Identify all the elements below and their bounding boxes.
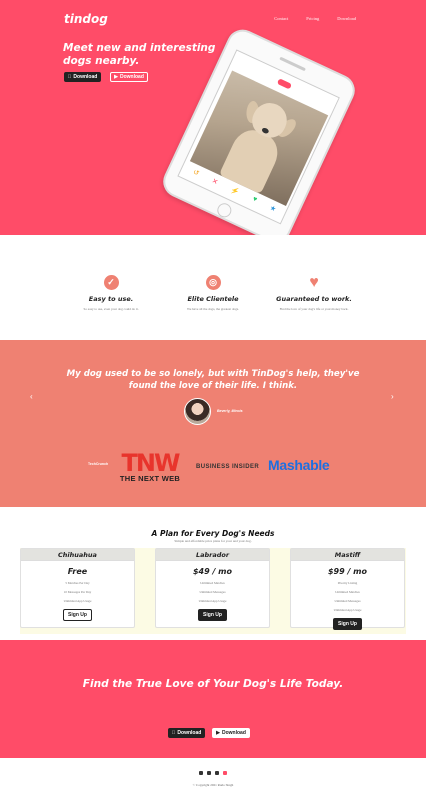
play-icon: ▶ [114,74,118,80]
carousel-prev-icon[interactable]: ‹ [30,392,33,401]
mashable-logo: Mashable [268,457,330,473]
nav-pricing[interactable]: Pricing [306,16,319,21]
cta-title: Find the True Love of Your Dog's Life To… [82,678,344,690]
copyright: © Copyright 2021 Rudo Singh [192,783,234,787]
social-links [199,771,227,775]
bullseye-icon: ◎ [205,275,221,290]
email-icon[interactable] [223,771,227,775]
facebook-icon[interactable] [199,771,203,775]
boost-icon: ⚡ [229,186,241,197]
pricing-section: A Plan for Every Dog's Needs Simple and … [0,507,426,640]
star-icon: ★ [268,204,278,214]
download-play-button[interactable]: ▶ Download [212,728,250,738]
twitter-icon[interactable] [215,771,219,775]
carousel-next-icon[interactable]: › [391,392,394,401]
download-apple-button[interactable]:  Download [168,728,205,738]
pricing-title: A Plan for Every Dog's Needs [151,529,275,538]
apple-icon:  [172,730,176,736]
pricing-subtitle: Simple and affordable price plans for yo… [174,539,252,543]
plan-chihuahua: Chihuahua Free 5 Matches Per Day 10 Mess… [20,548,135,628]
testimonial-author: Beverly, Illinois [217,409,243,413]
hero-section: tindog Contact Pricing Download Meet new… [0,0,426,235]
plan-labrador: Labrador $49 / mo Unlimited Matches Unli… [155,548,270,628]
feature-guaranteed: ♥ Guaranteed to work. Find the love of y… [276,274,352,312]
download-apple-button[interactable]:  Download [64,72,101,82]
apple-icon:  [68,74,72,80]
brand-logo[interactable]: tindog [64,12,108,26]
business-insider-logo: BUSINESS INSIDER [196,464,260,470]
rewind-icon: ↺ [191,168,200,178]
footer: © Copyright 2021 Rudo Singh [0,758,426,800]
cta-section: Find the True Love of Your Dog's Life To… [0,640,426,758]
testimonial-section: ‹ My dog used to be so lonely, but with … [0,340,426,507]
heart-icon: ♥ [309,274,319,291]
features-section: ✓ Easy to use. So easy to use, even your… [0,235,426,340]
dislike-icon: ✕ [210,177,219,187]
signup-button[interactable]: Sign Up [63,609,92,621]
instagram-icon[interactable] [207,771,211,775]
play-icon: ▶ [216,730,220,736]
tnw-logo: TNW THE NEXT WEB [119,449,181,483]
nav-download[interactable]: Download [337,16,356,21]
signup-button[interactable]: Sign Up [198,609,227,621]
top-nav: Contact Pricing Download [274,16,356,21]
signup-button[interactable]: Sign Up [333,618,362,630]
hero-title: Meet new and interesting dogs nearby. [63,42,216,67]
check-circle-icon: ✓ [103,275,119,290]
download-play-button[interactable]: ▶ Download [110,72,148,82]
nav-contact[interactable]: Contact [274,16,288,21]
avatar [184,398,211,425]
plan-mastiff: Mastiff $99 / mo Priority Listing Unlimi… [290,548,405,630]
techcrunch-logo: TechCrunch [88,462,109,466]
testimonial-quote: My dog used to be so lonely, but with Ti… [66,369,360,391]
like-icon: ♥ [251,195,259,204]
